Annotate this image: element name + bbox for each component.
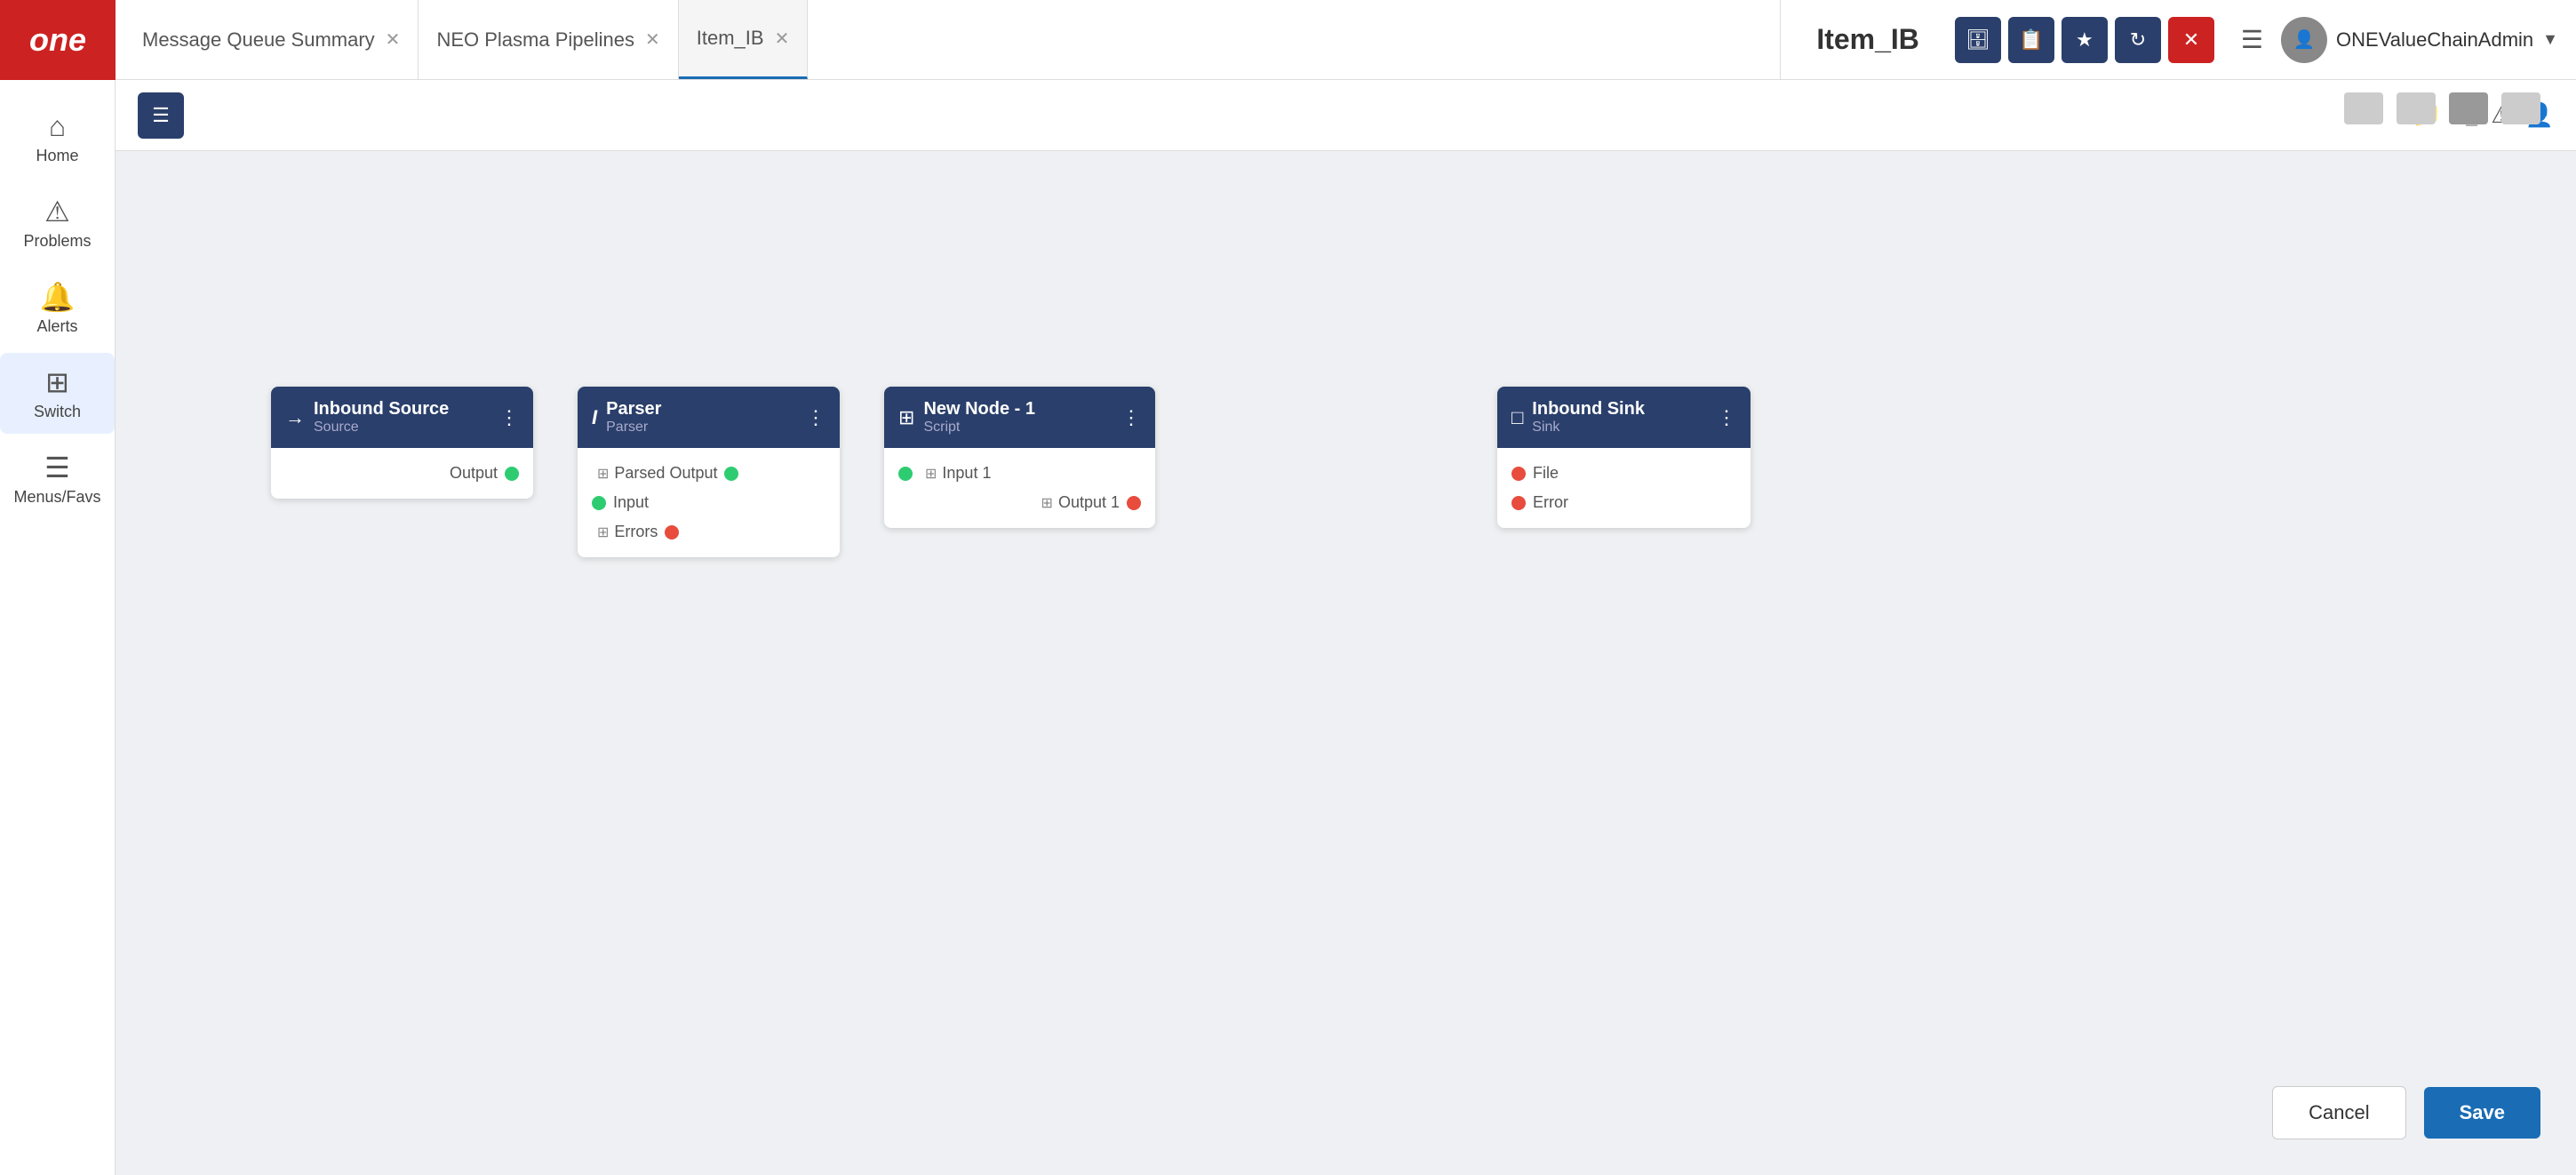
node-parser: I Parser Parser ⋮ ⊞ Parsed Output: [578, 387, 840, 557]
page-ind-2[interactable]: [2397, 92, 2436, 124]
tab-item-ib[interactable]: Item_IB ✕: [679, 0, 809, 79]
node-inbound-source-header: → Inbound Source Source ⋮: [271, 387, 533, 448]
tab-neo-plasma-pipelines[interactable]: NEO Plasma Pipelines ✕: [419, 0, 678, 79]
cancel-button[interactable]: Cancel: [2272, 1086, 2405, 1139]
port-sink-error: Error: [1511, 488, 1736, 517]
node-inbound-source-body: Output: [271, 448, 533, 499]
node-inbound-source-menu-btn[interactable]: ⋮: [499, 406, 519, 429]
logo[interactable]: one: [0, 0, 116, 80]
page-indicators: [2344, 92, 2540, 124]
user-avatar: 👤: [2281, 17, 2327, 63]
port-parser-errors: ⊞ Errors: [592, 517, 825, 547]
port-parser-parsed-output: ⊞ Parsed Output: [592, 459, 825, 488]
list-view-btn[interactable]: ☰: [138, 92, 184, 139]
canvas-header: ☰ 📁 >_ ⚠ 👤: [116, 80, 2576, 151]
sidebar-item-switch[interactable]: ⊞ Switch: [0, 353, 115, 434]
node-new-node-1-body: ⊞ Input 1 ⊞ Output 1: [884, 448, 1155, 528]
sidebar-problems-label: Problems: [23, 232, 91, 251]
inbound-sink-icon: □: [1511, 406, 1523, 429]
node-inbound-sink-header: □ Inbound Sink Sink ⋮: [1497, 387, 1751, 448]
page-title: Item_IB: [1816, 23, 1919, 56]
node-inbound-sink-menu-btn[interactable]: ⋮: [1717, 406, 1736, 429]
home-icon: ⌂: [49, 110, 66, 143]
page-ind-1[interactable]: [2344, 92, 2383, 124]
new-node-icon: ⊞: [898, 406, 914, 429]
sidebar-item-home[interactable]: ⌂ Home: [0, 98, 115, 178]
node-new-node-1: ⊞ New Node - 1 Script ⋮ ⊞ Input 1 ⊞: [884, 387, 1155, 528]
sink-file-dot[interactable]: [1511, 467, 1526, 481]
node-inbound-source-type: Source: [314, 420, 490, 436]
toolbar-database-btn[interactable]: 🗄: [1955, 17, 2001, 63]
toolbar-star-btn[interactable]: ★: [2062, 17, 2108, 63]
new-node-input1-dot[interactable]: [898, 467, 913, 481]
inbound-source-icon: →: [285, 406, 305, 429]
toolbar-icons: 🗄 📋 ★ ↻ ✕: [1955, 17, 2241, 63]
sidebar-alerts-label: Alerts: [36, 317, 77, 336]
top-bar: one Message Queue Summary ✕ NEO Plasma P…: [0, 0, 2576, 80]
node-inbound-sink-type: Sink: [1532, 420, 1708, 436]
port-new-node-output1: ⊞ Output 1: [898, 488, 1141, 517]
sidebar-menus-label: Menus/Favs: [13, 488, 100, 507]
port-new-node-input1: ⊞ Input 1: [898, 459, 1141, 488]
node-parser-header: I Parser Parser ⋮: [578, 387, 840, 448]
sidebar-home-label: Home: [36, 147, 78, 165]
toolbar-edit-btn[interactable]: 📋: [2008, 17, 2054, 63]
tabs-area: Message Queue Summary ✕ NEO Plasma Pipel…: [116, 0, 1780, 79]
alerts-icon: 🔔: [40, 280, 76, 314]
node-new-node-1-name: New Node - 1: [923, 399, 1113, 420]
menus-icon: ☰: [44, 451, 70, 484]
user-dropdown-icon[interactable]: ▼: [2542, 30, 2558, 49]
node-inbound-source: → Inbound Source Source ⋮ Output: [271, 387, 533, 499]
node-new-node-1-header: ⊞ New Node - 1 Script ⋮: [884, 387, 1155, 448]
hamburger-menu-btn[interactable]: ☰: [2241, 25, 2263, 54]
port-output: Output: [285, 459, 519, 488]
node-inbound-sink-body: File Error: [1497, 448, 1751, 528]
page-ind-3[interactable]: [2449, 92, 2488, 124]
page-ind-4[interactable]: [2501, 92, 2540, 124]
node-inbound-source-name: Inbound Source: [314, 399, 490, 420]
tab-close-mqs[interactable]: ✕: [386, 28, 401, 51]
node-parser-body: ⊞ Parsed Output Input ⊞ Errors: [578, 448, 840, 557]
sidebar-item-menus[interactable]: ☰ Menus/Favs: [0, 438, 115, 519]
new-node-output1-dot[interactable]: [1127, 496, 1141, 510]
problems-icon: ⚠: [44, 195, 70, 228]
port-parser-input: Input: [592, 488, 825, 517]
user-area: 👤 ONEValueChainAdmin ▼: [2281, 17, 2576, 63]
node-inbound-sink: □ Inbound Sink Sink ⋮ File Error: [1497, 387, 1751, 528]
main-content: ☰ 📁 >_ ⚠ 👤 →: [116, 80, 2576, 1175]
node-parser-name: Parser: [606, 399, 797, 420]
user-name: ONEValueChainAdmin: [2336, 28, 2533, 52]
node-parser-type: Parser: [606, 420, 797, 436]
errors-port-dot[interactable]: [665, 525, 679, 540]
switch-icon: ⊞: [45, 365, 69, 399]
node-new-node-1-menu-btn[interactable]: ⋮: [1121, 406, 1141, 429]
sidebar-item-alerts[interactable]: 🔔 Alerts: [0, 268, 115, 348]
save-button[interactable]: Save: [2424, 1087, 2540, 1139]
node-parser-menu-btn[interactable]: ⋮: [806, 406, 825, 429]
tab-close-item-ib[interactable]: ✕: [775, 28, 790, 50]
parser-icon: I: [592, 406, 597, 429]
parser-input-port-dot[interactable]: [592, 496, 606, 510]
toolbar-close-btn[interactable]: ✕: [2168, 17, 2214, 63]
node-new-node-1-type: Script: [923, 420, 1113, 436]
logo-text: one: [29, 21, 86, 59]
sink-error-dot[interactable]: [1511, 496, 1526, 510]
sidebar: ⌂ Home ⚠ Problems 🔔 Alerts ⊞ Switch ☰ Me…: [0, 80, 116, 1175]
sidebar-switch-label: Switch: [34, 403, 81, 421]
port-sink-file: File: [1511, 459, 1736, 488]
parsed-output-port-dot[interactable]: [724, 467, 738, 481]
bottom-right-actions: Cancel Save: [2272, 1086, 2540, 1139]
output-port-dot[interactable]: [505, 467, 519, 481]
tab-close-npp[interactable]: ✕: [645, 28, 660, 51]
toolbar-refresh-btn[interactable]: ↻: [2115, 17, 2161, 63]
node-inbound-sink-name: Inbound Sink: [1532, 399, 1708, 420]
sidebar-item-problems[interactable]: ⚠ Problems: [0, 182, 115, 263]
tab-message-queue-summary[interactable]: Message Queue Summary ✕: [124, 0, 419, 79]
